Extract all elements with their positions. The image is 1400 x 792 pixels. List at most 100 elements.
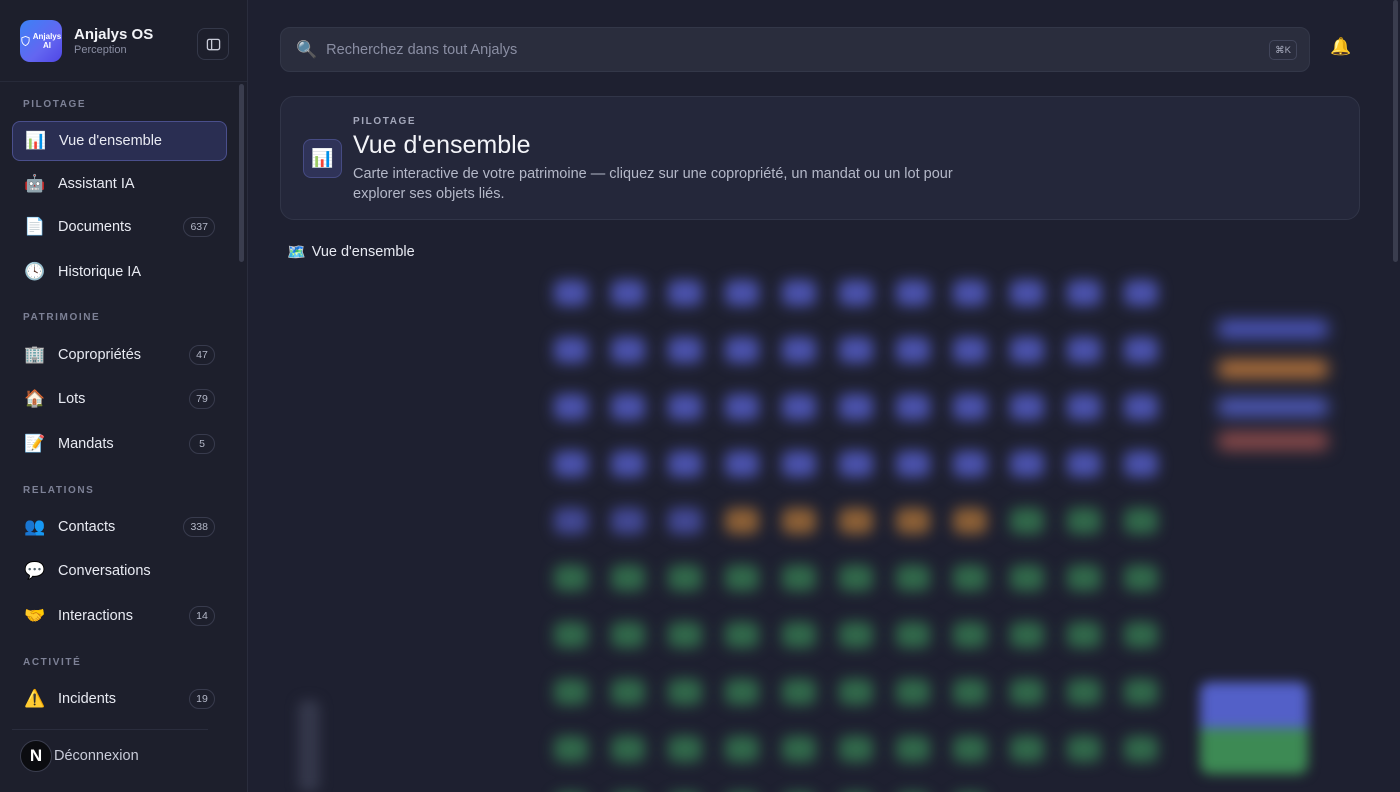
map-node[interactable]: [668, 565, 702, 591]
map-node[interactable]: [953, 451, 987, 477]
map-node[interactable]: [611, 337, 645, 363]
map-node[interactable]: [1010, 565, 1044, 591]
map-node[interactable]: [668, 280, 702, 306]
map-node[interactable]: [782, 508, 816, 534]
map-node[interactable]: [554, 736, 588, 762]
page-scrollbar[interactable]: [1393, 0, 1398, 262]
map-node[interactable]: [554, 280, 588, 306]
map-node[interactable]: [725, 679, 759, 705]
global-search-bar[interactable]: 🔍 ⌘K: [280, 27, 1310, 72]
map-node[interactable]: [1010, 679, 1044, 705]
map-node[interactable]: [839, 679, 873, 705]
map-node[interactable]: [896, 394, 930, 420]
map-node[interactable]: [953, 565, 987, 591]
map-node[interactable]: [554, 337, 588, 363]
patrimoine-map[interactable]: [540, 270, 1180, 792]
map-node[interactable]: [668, 394, 702, 420]
map-node[interactable]: [839, 508, 873, 534]
map-node[interactable]: [554, 679, 588, 705]
sidebar-item-interactions[interactable]: 🤝 Interactions 14: [12, 596, 227, 636]
map-node[interactable]: [782, 337, 816, 363]
sidebar-item-lots[interactable]: 🏠 Lots 79: [12, 379, 227, 419]
map-node[interactable]: [611, 679, 645, 705]
map-node[interactable]: [725, 736, 759, 762]
map-node[interactable]: [839, 565, 873, 591]
map-node[interactable]: [1067, 280, 1101, 306]
map-node[interactable]: [953, 679, 987, 705]
map-node[interactable]: [896, 736, 930, 762]
map-node[interactable]: [1067, 394, 1101, 420]
map-node[interactable]: [896, 565, 930, 591]
map-node[interactable]: [1124, 451, 1158, 477]
map-node[interactable]: [782, 736, 816, 762]
map-node[interactable]: [896, 508, 930, 534]
map-node[interactable]: [896, 337, 930, 363]
bell-icon[interactable]: 🔔: [1330, 37, 1351, 57]
sidebar-item-vue-ensemble[interactable]: 📊 Vue d'ensemble: [12, 121, 227, 161]
map-node[interactable]: [668, 337, 702, 363]
sidebar-item-contacts[interactable]: 👥 Contacts 338: [12, 507, 227, 547]
sidebar-item-assistant-ia[interactable]: 🤖 Assistant IA: [12, 164, 227, 204]
sidebar-item-historique-ia[interactable]: 🕓 Historique IA: [12, 252, 227, 292]
map-node[interactable]: [554, 451, 588, 477]
sidebar-item-coproprietes[interactable]: 🏢 Copropriétés 47: [12, 335, 227, 375]
map-node[interactable]: [611, 622, 645, 648]
map-node[interactable]: [782, 565, 816, 591]
map-node[interactable]: [611, 508, 645, 534]
map-node[interactable]: [1067, 337, 1101, 363]
map-node[interactable]: [782, 622, 816, 648]
map-node[interactable]: [839, 622, 873, 648]
sidebar-item-documents[interactable]: 📄 Documents 637: [12, 207, 227, 247]
avatar[interactable]: N: [20, 740, 52, 772]
map-node[interactable]: [839, 394, 873, 420]
map-node[interactable]: [1067, 736, 1101, 762]
map-node[interactable]: [1010, 736, 1044, 762]
map-node[interactable]: [782, 679, 816, 705]
map-node[interactable]: [1010, 622, 1044, 648]
map-node[interactable]: [668, 736, 702, 762]
map-node[interactable]: [611, 565, 645, 591]
map-node[interactable]: [668, 451, 702, 477]
map-node[interactable]: [1124, 679, 1158, 705]
map-node[interactable]: [1067, 679, 1101, 705]
search-input[interactable]: [326, 41, 1227, 58]
map-node[interactable]: [1067, 451, 1101, 477]
map-node[interactable]: [725, 622, 759, 648]
map-node[interactable]: [896, 280, 930, 306]
map-node[interactable]: [554, 394, 588, 420]
map-node[interactable]: [725, 451, 759, 477]
map-node[interactable]: [1124, 394, 1158, 420]
map-node[interactable]: [782, 451, 816, 477]
map-node[interactable]: [1067, 565, 1101, 591]
map-node[interactable]: [1124, 565, 1158, 591]
map-node[interactable]: [1010, 394, 1044, 420]
sidebar-item-incidents[interactable]: ⚠️ Incidents 19: [12, 679, 227, 719]
map-node[interactable]: [1124, 736, 1158, 762]
map-node[interactable]: [611, 736, 645, 762]
map-node[interactable]: [896, 451, 930, 477]
map-node[interactable]: [1124, 280, 1158, 306]
logout-button[interactable]: N Déconnexion: [20, 739, 139, 773]
map-node[interactable]: [896, 679, 930, 705]
sidebar-item-mandats[interactable]: 📝 Mandats 5: [12, 424, 227, 464]
map-node[interactable]: [1124, 508, 1158, 534]
map-node[interactable]: [554, 565, 588, 591]
map-node[interactable]: [725, 508, 759, 534]
map-node[interactable]: [839, 451, 873, 477]
map-node[interactable]: [554, 622, 588, 648]
map-node[interactable]: [953, 508, 987, 534]
map-node[interactable]: [896, 622, 930, 648]
map-node[interactable]: [725, 565, 759, 591]
brand-logo[interactable]: Anjalys AI: [20, 19, 62, 62]
map-node[interactable]: [725, 337, 759, 363]
map-node[interactable]: [668, 622, 702, 648]
map-node[interactable]: [1010, 451, 1044, 477]
sidebar-scrollbar[interactable]: [239, 84, 244, 262]
map-node[interactable]: [839, 337, 873, 363]
map-node[interactable]: [839, 736, 873, 762]
map-node[interactable]: [668, 679, 702, 705]
map-node[interactable]: [1010, 508, 1044, 534]
map-node[interactable]: [1010, 280, 1044, 306]
map-node[interactable]: [725, 394, 759, 420]
zoom-controls[interactable]: [298, 700, 320, 792]
